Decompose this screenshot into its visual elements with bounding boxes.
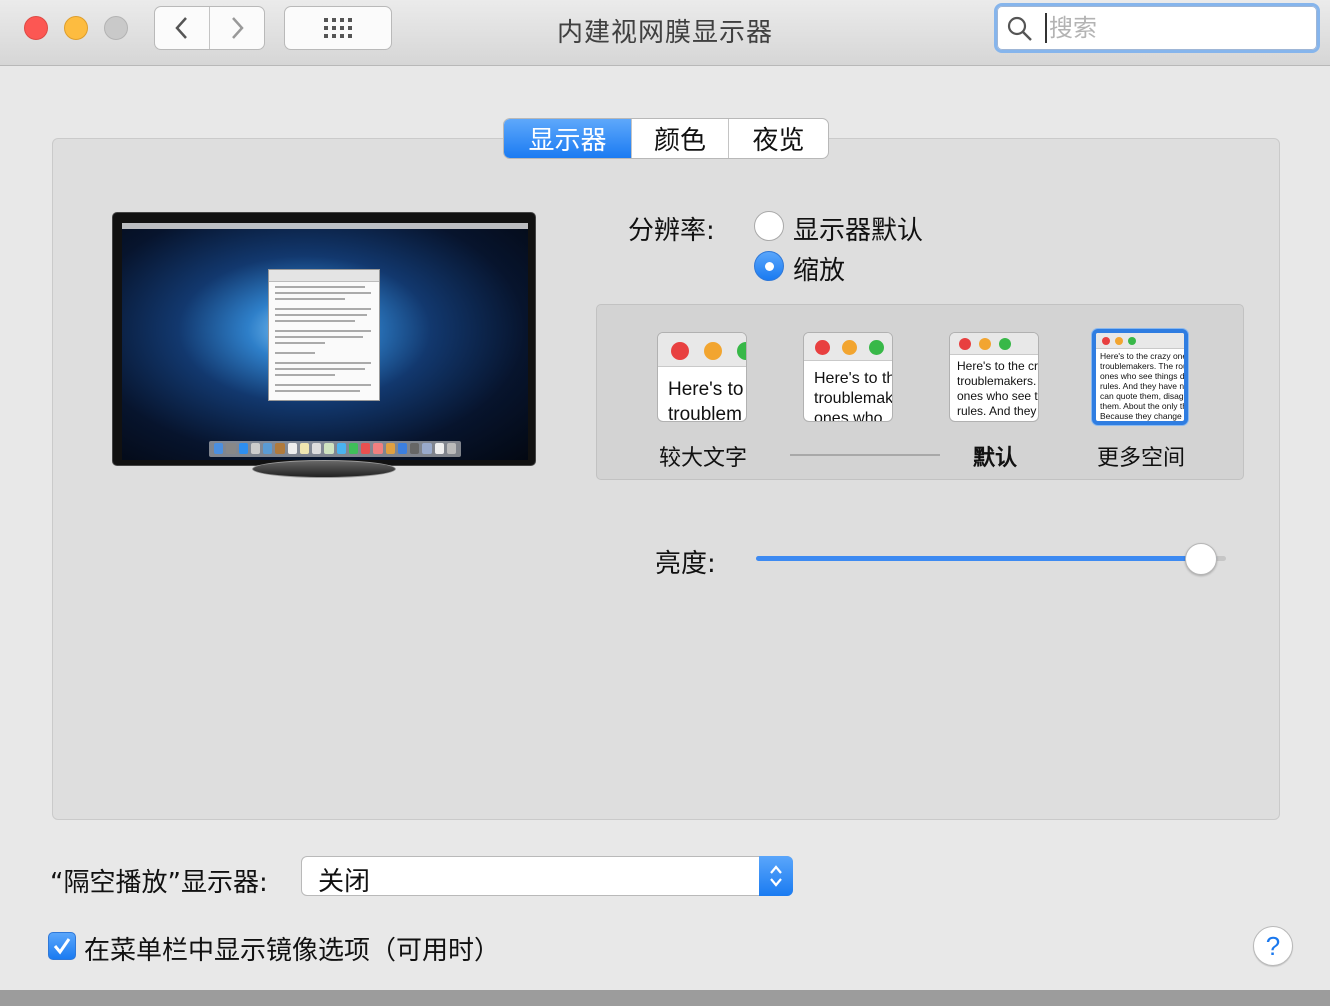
radio-scaled[interactable]: [754, 251, 784, 281]
tab-night-shift[interactable]: 夜览: [728, 119, 828, 158]
scale-label-more-space: 更多空间: [1096, 446, 1185, 471]
updown-arrows-icon: [759, 856, 793, 896]
close-window-button[interactable]: [24, 16, 48, 40]
navigation-buttons: [154, 6, 265, 50]
brightness-label: 亮度:: [655, 549, 716, 579]
scale-option-default[interactable]: Here's to the cr troublemakers. ones who s…: [949, 332, 1039, 422]
title-bar: 内建视网膜显示器: [0, 0, 1330, 66]
show-mirroring-label[interactable]: 在菜单栏中显示镜像选项（可用时）: [84, 930, 500, 967]
brightness-slider-fill: [756, 556, 1217, 561]
checkmark-icon: [53, 938, 71, 955]
tab-bar: 显示器 颜色 夜览: [503, 118, 829, 159]
radio-default-for-display[interactable]: [754, 211, 784, 241]
airplay-display-value: 关闭: [318, 867, 371, 897]
help-button[interactable]: ?: [1253, 926, 1293, 966]
tab-color[interactable]: 颜色: [631, 119, 728, 158]
airplay-display-label: “隔空播放”显示器:: [50, 868, 268, 898]
mini-menubar: [122, 223, 528, 229]
zoom-window-button: [104, 16, 128, 40]
tab-display[interactable]: 显示器: [504, 119, 631, 158]
desktop-wallpaper: [122, 223, 528, 460]
chevron-left-icon: [175, 17, 187, 39]
mini-dock: [209, 441, 461, 457]
show-all-button[interactable]: [284, 6, 392, 50]
forward-button[interactable]: [209, 7, 264, 49]
scale-preview-text: Here's to troublem: [668, 379, 744, 422]
scale-option-larger-text[interactable]: Here's to troublem: [657, 332, 747, 422]
brightness-slider-track[interactable]: [756, 556, 1226, 561]
scale-label-default: 默认: [972, 446, 1017, 471]
scale-preview-text: Here's to th troublemak ones who: [814, 370, 893, 422]
brightness-slider-knob[interactable]: [1185, 543, 1218, 575]
display-preview-image: [112, 212, 536, 478]
radio-label-default-for-display[interactable]: 显示器默认: [793, 210, 923, 247]
radio-label-scaled[interactable]: 缩放: [793, 250, 845, 287]
minimize-window-button[interactable]: [64, 16, 88, 40]
search-icon: [1007, 16, 1032, 41]
monitor-stand: [252, 460, 396, 478]
scale-label-larger-text: 较大文字: [658, 446, 747, 471]
back-button[interactable]: [155, 7, 209, 49]
mini-document-window: [268, 269, 380, 401]
show-mirroring-checkbox[interactable]: [48, 932, 76, 960]
resolution-label: 分辨率:: [628, 216, 715, 246]
search-input[interactable]: [1045, 13, 1305, 43]
scale-divider-line: [790, 454, 940, 456]
scale-preview-text: Here's to the cr troublemakers. ones who s…: [957, 359, 1038, 418]
window-bottom-edge: [0, 990, 1330, 1006]
grid-icon: [324, 18, 352, 38]
window-title: 内建视网膜显示器: [556, 18, 773, 48]
monitor-frame: [112, 212, 536, 466]
scale-option-2[interactable]: Here's to th troublemak ones who: [803, 332, 893, 422]
chevron-right-icon: [232, 17, 244, 39]
scale-option-more-space[interactable]: Here's to the crazy one troublemakers. Th…: [1092, 329, 1188, 425]
scale-preview-text: Here's to the crazy one troublemakers. Th…: [1100, 351, 1188, 421]
search-field[interactable]: [994, 3, 1320, 53]
airplay-display-select[interactable]: 关闭: [301, 856, 793, 897]
